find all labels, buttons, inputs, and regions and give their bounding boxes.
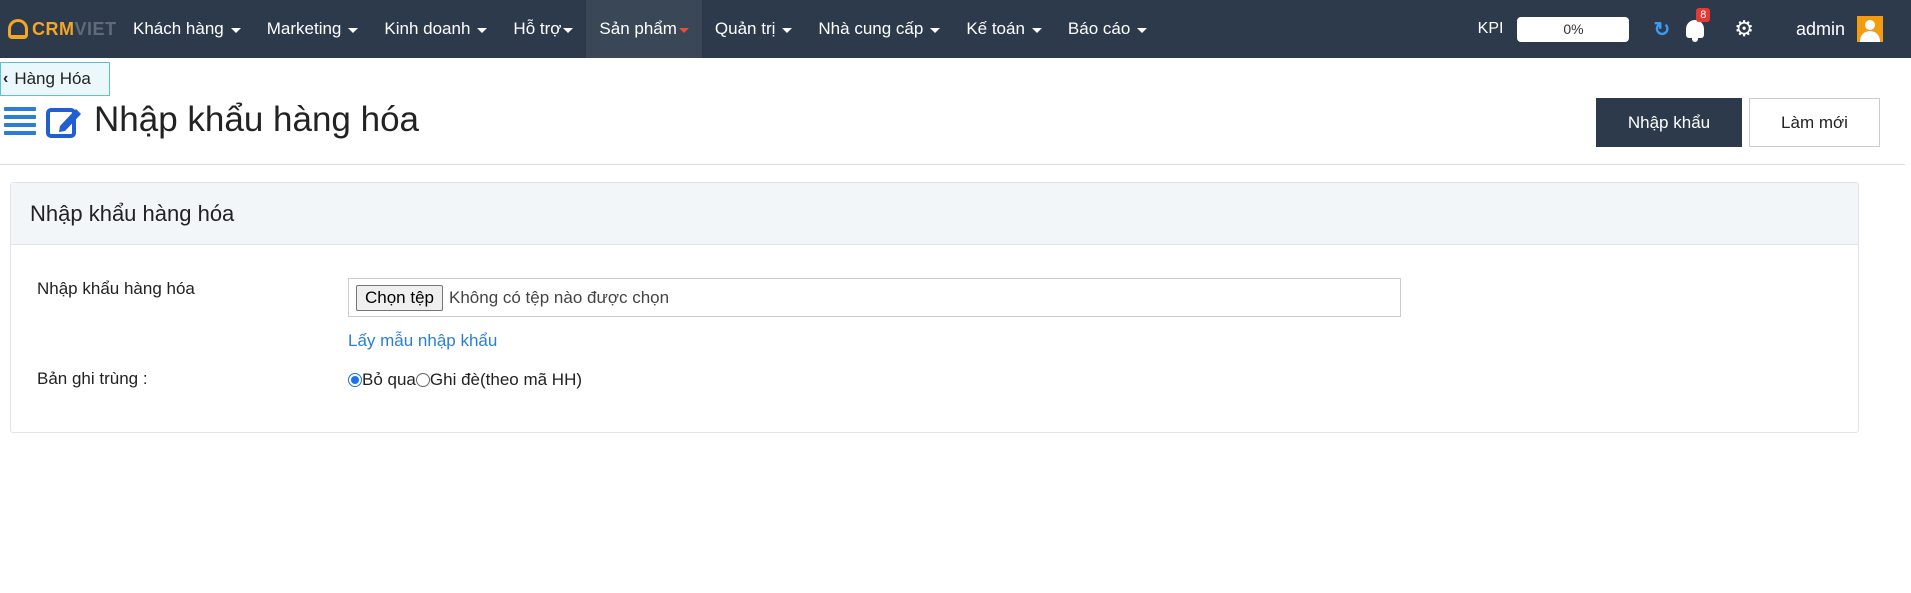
- back-link-label: Hàng Hóa: [14, 69, 91, 88]
- page-header: Nhập khẩu hàng hóa Nhập khẩu Làm mới: [0, 98, 1905, 165]
- menu-bao-cao[interactable]: Báo cáo: [1055, 0, 1160, 58]
- caret-down-icon: [930, 27, 941, 33]
- page-title: Nhập khẩu hàng hóa: [94, 100, 419, 139]
- menu-ho-tro[interactable]: Hỗ trợ: [500, 0, 586, 58]
- edit-icon: [46, 108, 81, 138]
- bell-clapper: [1692, 38, 1699, 42]
- gear-icon[interactable]: ⚙: [1734, 16, 1754, 42]
- logo-text-crm: CRM: [32, 18, 75, 39]
- menu-label: Khách hàng: [133, 19, 224, 38]
- caret-down-icon: [348, 27, 359, 33]
- menu-label: Sản phẩm: [599, 19, 677, 38]
- caret-down-icon: [1137, 27, 1148, 33]
- bell-shape: [1686, 20, 1705, 38]
- logo-text-viet: VIET: [74, 18, 117, 39]
- menu-quan-tri[interactable]: Quản trị: [702, 0, 805, 58]
- menu-label: Hỗ trợ: [513, 19, 562, 38]
- header-icons: [4, 104, 82, 138]
- user-avatar-icon[interactable]: [1857, 16, 1883, 42]
- menu-label: Báo cáo: [1067, 19, 1131, 38]
- choose-file-button[interactable]: Chọn tệp: [356, 284, 443, 311]
- menu-label: Quản trị: [714, 19, 776, 38]
- refresh-icon[interactable]: ↻: [1653, 17, 1670, 42]
- list-lines-icon: [4, 107, 36, 135]
- file-input[interactable]: Chọn tệp Không có tệp nào được chọn: [348, 278, 1401, 317]
- panel-body: Nhập khẩu hàng hóa Chọn tệp Không có tệp…: [11, 245, 1858, 433]
- panel-heading: Nhập khẩu hàng hóa: [11, 183, 1858, 245]
- duplicate-records-label: Bản ghi trùng :: [37, 369, 148, 388]
- back-link-hang-hoa[interactable]: ‹ Hàng Hóa: [0, 62, 110, 96]
- menu-marketing[interactable]: Marketing: [254, 0, 372, 58]
- file-status-text: Không có tệp nào được chọn: [449, 287, 670, 307]
- reset-button[interactable]: Làm mới: [1749, 98, 1880, 147]
- crmviet-logo[interactable]: CRM VIET: [0, 0, 120, 58]
- import-panel: Nhập khẩu hàng hóa Nhập khẩu hàng hóa Ch…: [10, 182, 1859, 433]
- caret-down-icon: [678, 27, 689, 33]
- sample-template-link[interactable]: Lấy mẫu nhập khẩu: [348, 331, 497, 351]
- caret-down-icon: [563, 27, 574, 33]
- avatar-head: [1865, 20, 1875, 30]
- menu-san-pham[interactable]: Sản phẩm: [586, 0, 702, 58]
- menu-label: Nhà cung cấp: [818, 19, 924, 38]
- radio-overwrite-label[interactable]: Ghi đè(theo mã HH): [430, 370, 582, 390]
- caret-down-icon: [1031, 27, 1042, 33]
- caret-down-icon: [477, 27, 488, 33]
- kpi-value: 0%: [1563, 21, 1584, 37]
- import-button[interactable]: Nhập khẩu: [1596, 98, 1742, 147]
- kpi-progress-bar[interactable]: 0%: [1517, 16, 1630, 42]
- radio-skip-label[interactable]: Bỏ qua: [362, 370, 416, 390]
- menu-label: Kế toán: [966, 19, 1025, 38]
- user-name[interactable]: admin: [1796, 19, 1845, 40]
- file-field-label: Nhập khẩu hàng hóa: [37, 279, 195, 298]
- logo-mark-icon: [8, 19, 28, 39]
- caret-down-icon: [782, 27, 793, 33]
- menu-kinh-doanh[interactable]: Kinh doanh: [371, 0, 500, 58]
- notification-badge: 8: [1696, 8, 1711, 22]
- nav-right-tools: KPI 0% ↻ 8 ⚙ admin: [1478, 0, 1911, 58]
- avatar-body: [1860, 31, 1880, 42]
- radio-skip[interactable]: [348, 373, 362, 387]
- menu-nha-cung-cap[interactable]: Nhà cung cấp: [805, 0, 953, 58]
- caret-down-icon: [230, 27, 241, 33]
- menu-ke-toan[interactable]: Kế toán: [953, 0, 1055, 58]
- top-navbar: CRM VIET Khách hàng Marketing Kinh doanh …: [0, 0, 1911, 58]
- menu-label: Marketing: [266, 19, 342, 38]
- menu-khach-hang[interactable]: Khách hàng: [120, 0, 254, 58]
- bell-icon[interactable]: 8: [1684, 8, 1711, 42]
- radio-overwrite[interactable]: [415, 373, 430, 387]
- menu-label: Kinh doanh: [384, 19, 471, 38]
- chevron-left-icon: ‹: [3, 70, 9, 87]
- duplicate-options: Bỏ qua Ghi đè(theo mã HH): [348, 370, 582, 390]
- main-menu: Khách hàng Marketing Kinh doanh Hỗ trợ S…: [120, 0, 1160, 58]
- kpi-label: KPI: [1477, 20, 1504, 37]
